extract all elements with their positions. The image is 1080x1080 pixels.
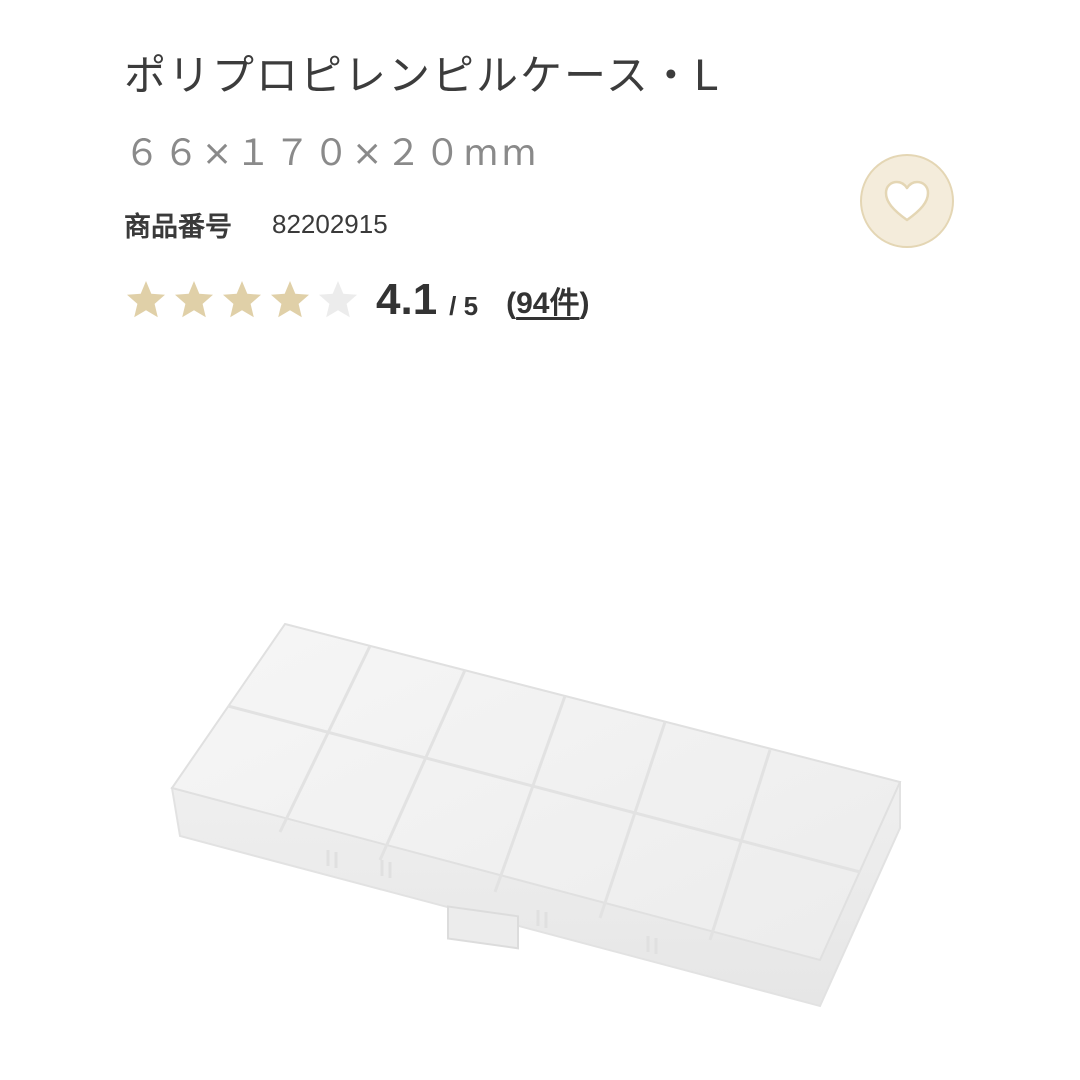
pill-case-image [170, 622, 902, 1008]
heart-icon [884, 180, 930, 222]
favorite-button[interactable] [860, 154, 954, 248]
product-code-row: 商品番号 82202915 [124, 204, 388, 244]
review-close-paren: ) [579, 287, 590, 320]
star-filled-icon [271, 281, 309, 318]
rating-stars [124, 272, 364, 328]
rating-max: / 5 [449, 290, 479, 321]
star-empty-icon [319, 281, 357, 318]
product-size: ６６×１７０×２０mm [124, 133, 540, 174]
review-count: 94件 [516, 287, 580, 320]
product-title: ポリプロピレンピルケース・L [124, 51, 720, 100]
rating-row: 4.1 / 5 (94件) [124, 272, 589, 328]
review-count-link[interactable]: (94件) [506, 278, 589, 322]
star-filled-icon [127, 281, 165, 318]
star-filled-icon [175, 281, 213, 318]
product-page: ポリプロピレンピルケース・L ６６×１７０×２０mm 商品番号 82202915… [0, 0, 1080, 1080]
product-code-value: 82202915 [272, 208, 388, 239]
product-code-label: 商品番号 [124, 211, 232, 243]
review-open-paren: ( [506, 287, 517, 320]
star-filled-icon [223, 281, 261, 318]
rating-value: 4.1 [376, 275, 438, 324]
